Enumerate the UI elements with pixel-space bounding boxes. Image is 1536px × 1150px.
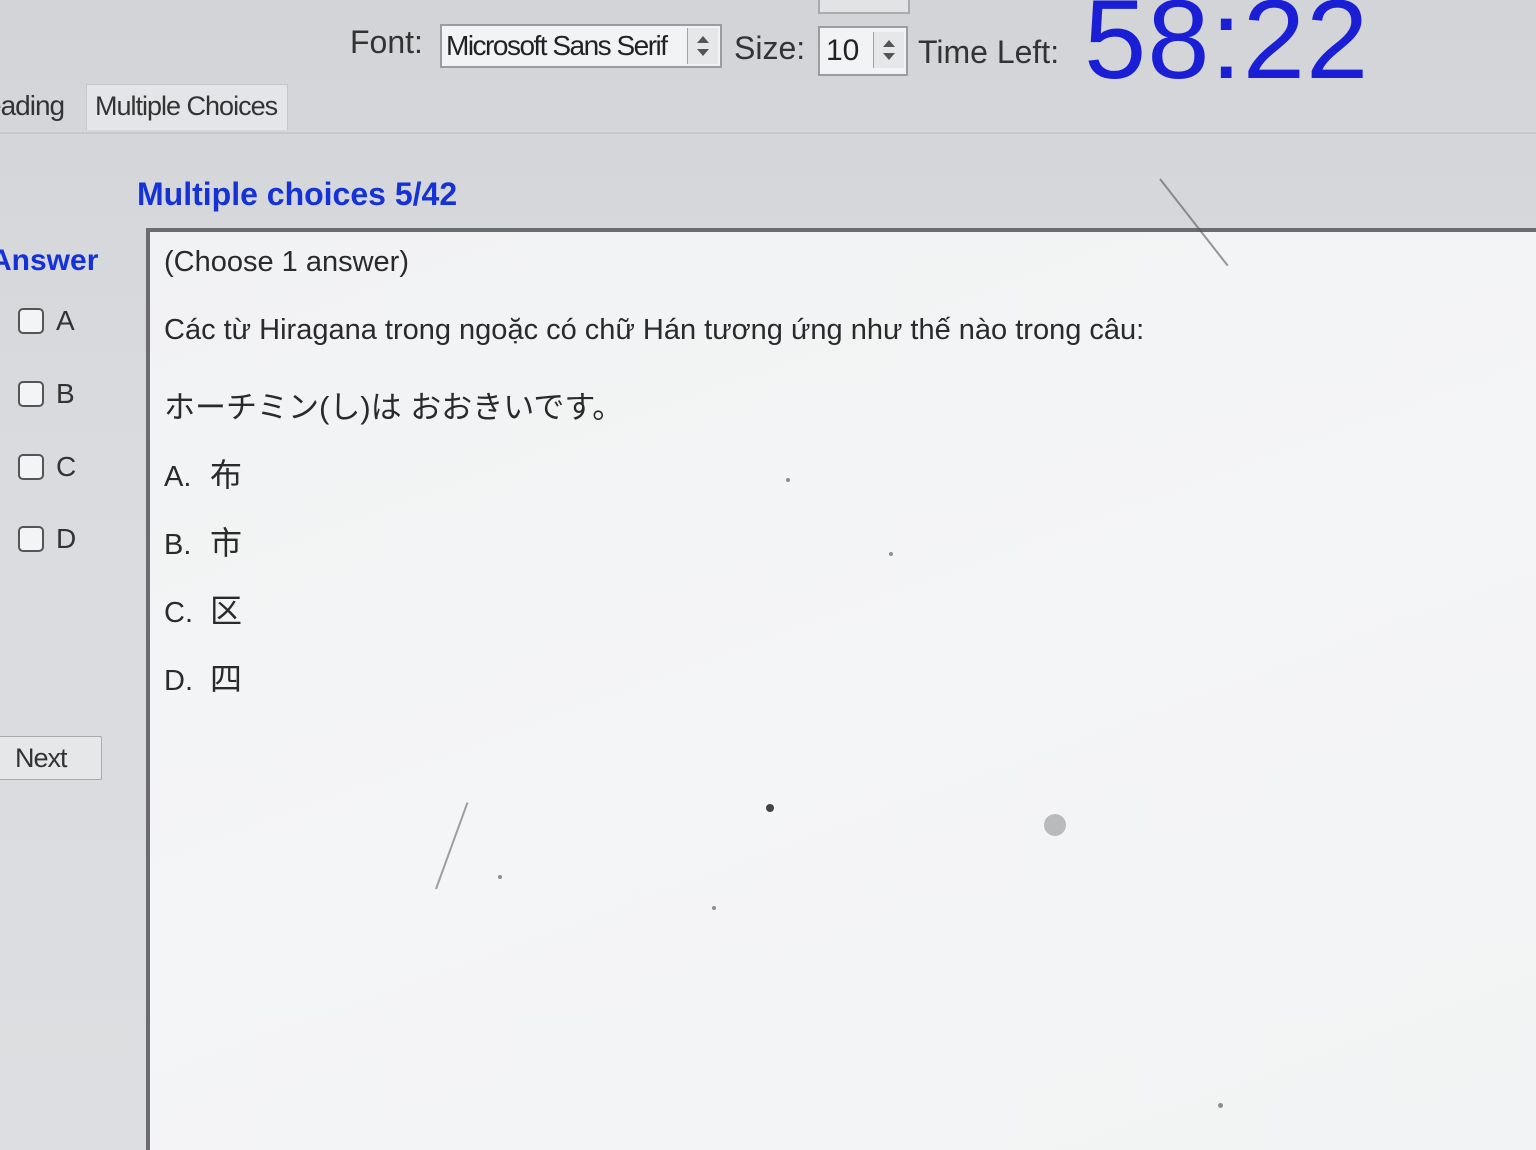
screen-speck (766, 804, 774, 812)
screen-speck (1044, 814, 1066, 836)
screen-speck (889, 552, 893, 556)
answer-option-a[interactable]: A (18, 304, 75, 338)
checkbox[interactable] (18, 381, 44, 407)
top-dropdown-stub[interactable] (818, 0, 910, 14)
checkbox[interactable] (18, 526, 44, 552)
answer-option-label: D (56, 523, 77, 554)
screen-speck (712, 906, 716, 910)
spin-down-icon[interactable] (883, 53, 895, 60)
choice-text: 区 (210, 593, 243, 629)
choice-letter: B. (164, 529, 192, 561)
font-spinner[interactable] (687, 28, 718, 64)
question-sentence: ホーチミン(し)は おおきいです。 (164, 390, 624, 425)
choice-letter: A. (164, 461, 192, 493)
tab-multiple-choices[interactable]: Multiple Choices (86, 84, 289, 130)
size-selector[interactable]: 10 (818, 26, 908, 76)
answer-option-label: A (56, 305, 75, 336)
question-instruction: (Choose 1 answer) (164, 246, 409, 278)
choice-b: B. 市 (164, 518, 242, 564)
answer-option-label: C (56, 451, 77, 482)
choice-text: 市 (210, 525, 243, 561)
exam-window: Font: Microsoft Sans Serif Size: 10 Time… (0, 0, 1536, 1150)
countdown-timer: 58:22 (1084, 0, 1370, 102)
answer-option-b[interactable]: B (18, 377, 75, 411)
next-button[interactable]: Next (0, 736, 102, 780)
question-counter-title: Multiple choices 5/42 (137, 176, 458, 212)
font-label: Font: (350, 24, 423, 60)
answer-option-d[interactable]: D (18, 522, 76, 556)
time-left-label: Time Left: (918, 34, 1060, 70)
answer-option-label: B (56, 378, 75, 409)
choice-text: 布 (210, 457, 243, 493)
size-spinner[interactable] (873, 32, 904, 68)
spin-up-icon[interactable] (883, 40, 895, 47)
checkbox[interactable] (18, 454, 44, 480)
choice-text: 四 (210, 661, 243, 697)
answer-option-c[interactable]: C (18, 450, 76, 484)
screen-speck (498, 875, 502, 879)
screen-speck (1218, 1103, 1223, 1108)
tab-reading[interactable]: eading (0, 90, 65, 122)
tab-divider (0, 132, 1536, 134)
question-panel: (Choose 1 answer) Các từ Hiragana trong … (146, 228, 1536, 1150)
spin-up-icon[interactable] (697, 36, 709, 43)
checkbox[interactable] (18, 308, 44, 334)
choice-c: C. 区 (164, 586, 242, 632)
choice-a: A. 布 (164, 450, 242, 496)
choice-d: D. 四 (164, 654, 242, 700)
size-value: 10 (826, 34, 860, 67)
screen-speck (786, 478, 790, 482)
font-value: Microsoft Sans Serif (446, 30, 668, 61)
size-label: Size: (734, 30, 806, 66)
font-selector[interactable]: Microsoft Sans Serif (440, 24, 722, 68)
choice-letter: D. (164, 665, 193, 697)
answer-title: Answer (0, 244, 99, 277)
spin-down-icon[interactable] (697, 49, 709, 56)
question-prompt: Các từ Hiragana trong ngoặc có chữ Hán t… (164, 314, 1145, 346)
choice-letter: C. (164, 597, 193, 629)
